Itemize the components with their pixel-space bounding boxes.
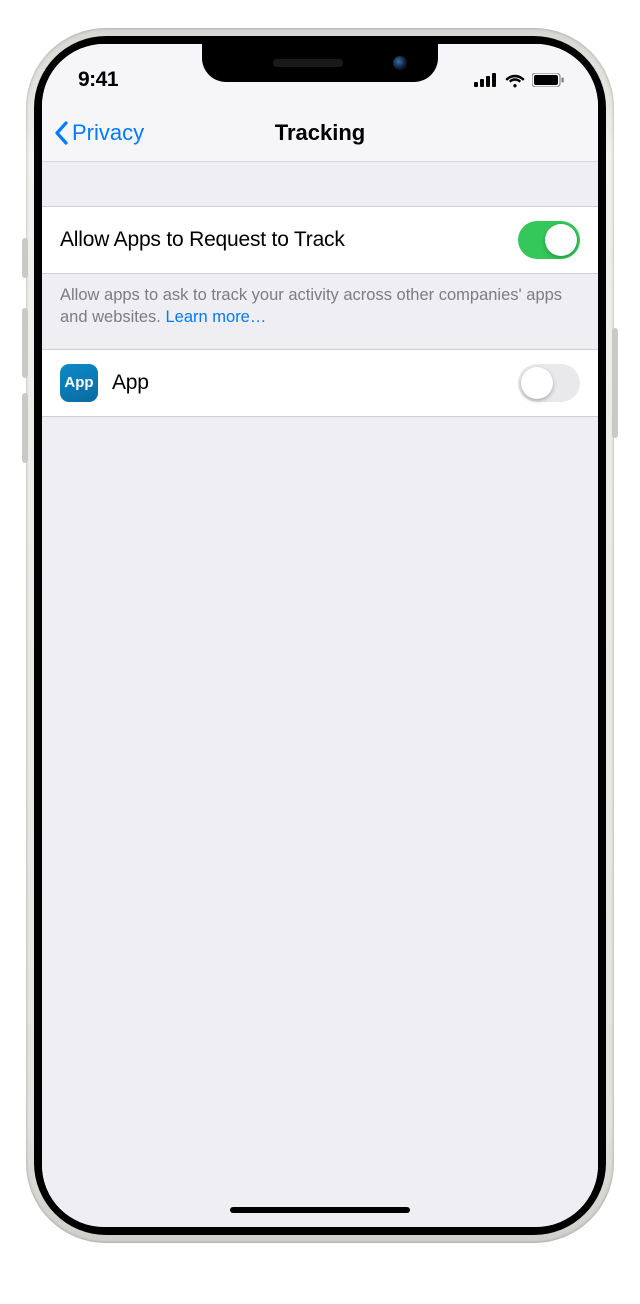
home-indicator[interactable] <box>230 1207 410 1213</box>
device-notch <box>202 44 438 82</box>
allow-apps-toggle[interactable] <box>518 221 580 259</box>
chevron-left-icon <box>54 121 70 145</box>
battery-icon <box>532 73 564 87</box>
section-footer: Allow apps to ask to track your activity… <box>42 274 598 349</box>
back-button[interactable]: Privacy <box>42 120 144 146</box>
phone-side-button <box>612 328 618 438</box>
settings-content: Allow Apps to Request to Track Allow app… <box>42 162 598 1227</box>
cellular-signal-icon <box>474 73 498 87</box>
footer-text: Allow apps to ask to track your activity… <box>60 286 562 326</box>
status-time: 9:41 <box>78 68 118 92</box>
app-name: App <box>112 371 518 395</box>
phone-side-button <box>22 238 28 278</box>
app-row: App App <box>42 349 598 417</box>
phone-frame: 9:41 <box>26 28 614 1243</box>
allow-apps-label: Allow Apps to Request to Track <box>60 228 518 252</box>
learn-more-link[interactable]: Learn more… <box>165 308 266 326</box>
phone-side-button <box>22 393 28 463</box>
wifi-icon <box>504 72 526 88</box>
app-icon: App <box>60 364 98 402</box>
app-icon-label: App <box>64 374 93 391</box>
allow-apps-row: Allow Apps to Request to Track <box>42 206 598 274</box>
phone-side-button <box>22 308 28 378</box>
nav-bar: Privacy Tracking <box>42 104 598 162</box>
app-tracking-toggle[interactable] <box>518 364 580 402</box>
back-label: Privacy <box>72 120 144 146</box>
